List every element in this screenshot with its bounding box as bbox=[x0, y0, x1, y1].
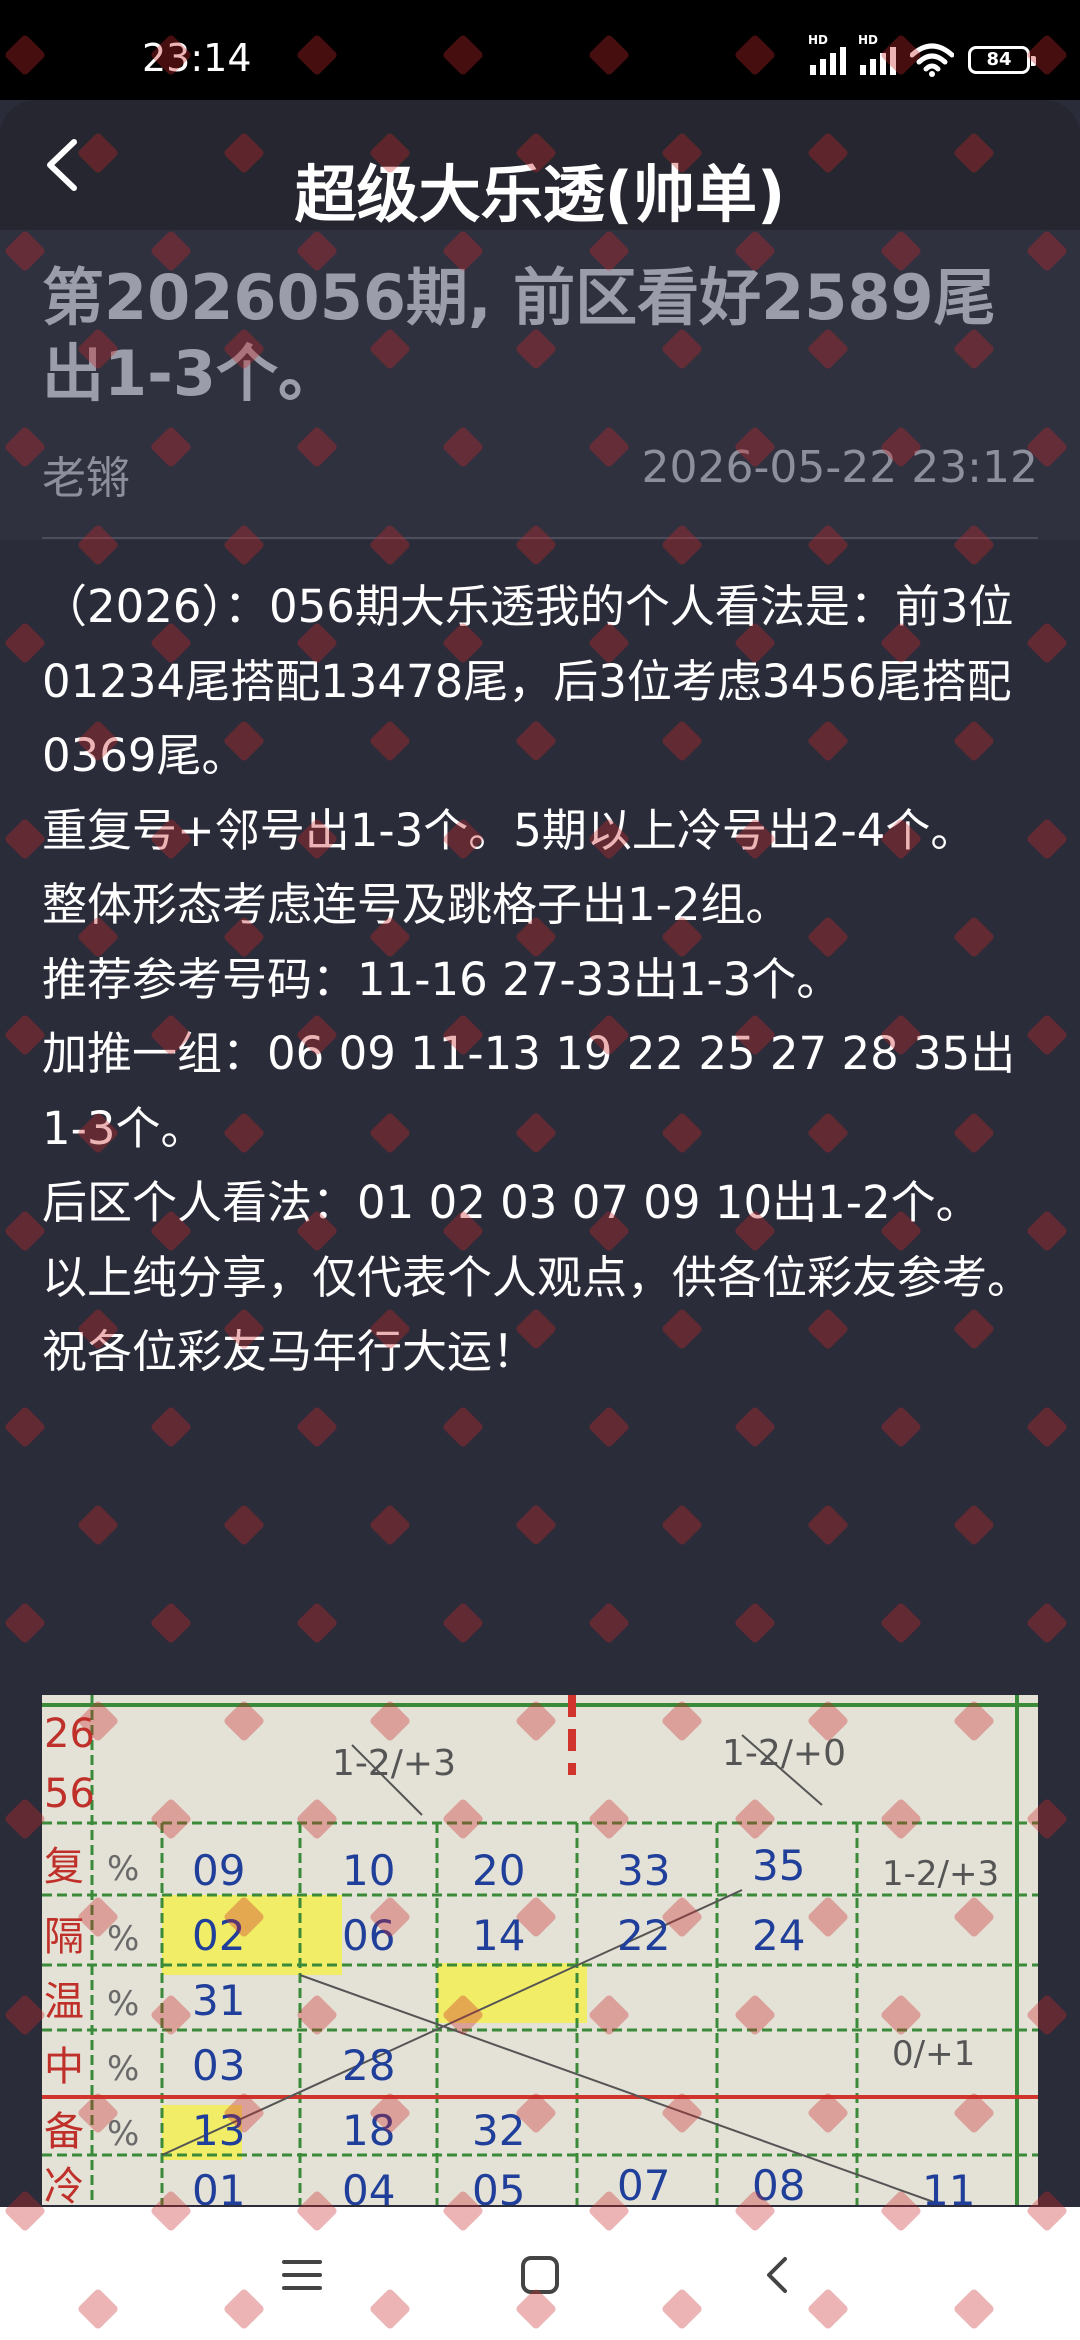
hd-label-2: HD bbox=[858, 33, 879, 47]
watermark-icon bbox=[3, 1601, 47, 1645]
watermark-icon bbox=[295, 1601, 339, 1645]
row-label: 56 bbox=[44, 1771, 95, 1817]
recent-apps-button[interactable] bbox=[272, 2245, 332, 2305]
watermark-icon bbox=[879, 1405, 923, 1449]
chart-number: 05 bbox=[472, 2166, 525, 2205]
post-header: 第2026056期, 前区看好2589尾出1-3个。 老锵 2026-05-22… bbox=[0, 230, 1080, 540]
watermark-icon bbox=[3, 817, 47, 861]
watermark-icon bbox=[3, 621, 47, 665]
chart-number: 28 bbox=[342, 2041, 395, 2090]
watermark-icon bbox=[3, 1209, 47, 1253]
chart-number: 0/+1 bbox=[892, 2034, 975, 2074]
watermark-icon bbox=[3, 1405, 47, 1449]
watermark-icon bbox=[76, 1503, 120, 1547]
pct-label: % bbox=[107, 1984, 139, 2024]
row-label: 隔 bbox=[44, 1914, 84, 1960]
watermark-icon bbox=[295, 1405, 339, 1449]
post-line-7: 以上纯分享，仅代表个人观点，供各位彩友参考。 bbox=[42, 1250, 1033, 1304]
row-label: 温 bbox=[44, 1979, 84, 2025]
pct-label: % bbox=[107, 1849, 139, 1889]
menu-icon bbox=[282, 2260, 322, 2290]
post-author[interactable]: 老锵 bbox=[42, 442, 130, 506]
pct-label: % bbox=[107, 2049, 139, 2089]
chart-number: 04 bbox=[342, 2166, 395, 2205]
back-chevron-icon bbox=[767, 2257, 787, 2293]
watermark-icon bbox=[733, 1405, 777, 1449]
watermark-icon bbox=[587, 1601, 631, 1645]
post-date: 2026-05-22 23:12 bbox=[641, 442, 1039, 493]
watermark-icon bbox=[806, 1503, 850, 1547]
chart-number: 1-2/+3 bbox=[882, 1854, 999, 1894]
chart-number: 35 bbox=[752, 1841, 805, 1890]
chart-number: 07 bbox=[617, 2161, 670, 2205]
home-square-icon bbox=[521, 2256, 559, 2294]
watermark-icon bbox=[952, 1503, 996, 1547]
watermark-icon bbox=[3, 1993, 47, 2037]
watermark-icon bbox=[441, 1601, 485, 1645]
chart-number: 11 bbox=[922, 2166, 975, 2205]
status-icons: HD HD 84 bbox=[808, 33, 1036, 80]
chart-number: 24 bbox=[752, 1911, 805, 1960]
chart-number: 09 bbox=[192, 1846, 245, 1895]
post-line-4: 推荐参考号码：11-16 27-33出1-3个。 bbox=[42, 952, 842, 1006]
chart-number: 03 bbox=[192, 2041, 245, 2090]
watermark-icon bbox=[587, 1405, 631, 1449]
chart-number: 10 bbox=[342, 1846, 395, 1895]
watermark-icon bbox=[3, 1013, 47, 1057]
watermark-icon bbox=[660, 1503, 704, 1547]
watermark-icon bbox=[879, 1601, 923, 1645]
post-body: （2026）：056期大乐透我的个人看法是：前3位01234尾搭配13478尾，… bbox=[42, 570, 1052, 1390]
system-back-button[interactable] bbox=[748, 2245, 808, 2305]
watermark-icon bbox=[1025, 1601, 1069, 1645]
chart-number: 20 bbox=[472, 1846, 525, 1895]
watermark-icon bbox=[1025, 1405, 1069, 1449]
watermark-icon bbox=[222, 1503, 266, 1547]
row-label: 中 bbox=[44, 2044, 84, 2090]
watermark-icon bbox=[733, 1601, 777, 1645]
signal-icon: HD bbox=[808, 33, 846, 75]
watermark-icon bbox=[441, 1405, 485, 1449]
watermark-icon bbox=[3, 1797, 47, 1841]
watermark-icon bbox=[514, 1503, 558, 1547]
header-note: 1-2/+3 bbox=[332, 1743, 456, 1784]
row-label: 冷 bbox=[44, 2164, 84, 2205]
hd-label: HD bbox=[808, 33, 829, 47]
watermark-icon bbox=[149, 1405, 193, 1449]
chart-number: 31 bbox=[192, 1976, 245, 2025]
post-line-1: （2026）：056期大乐透我的个人看法是：前3位01234尾搭配13478尾，… bbox=[42, 580, 1014, 782]
row-label: 备 bbox=[44, 2109, 84, 2155]
battery-icon: 84 bbox=[968, 46, 1036, 74]
chart-number: 01 bbox=[192, 2166, 245, 2205]
watermark-icon bbox=[149, 1601, 193, 1645]
chart-number: 33 bbox=[617, 1846, 670, 1895]
watermark-icon bbox=[368, 1503, 412, 1547]
row-label: 复 bbox=[44, 1844, 84, 1890]
pct-label: % bbox=[107, 1919, 139, 1959]
